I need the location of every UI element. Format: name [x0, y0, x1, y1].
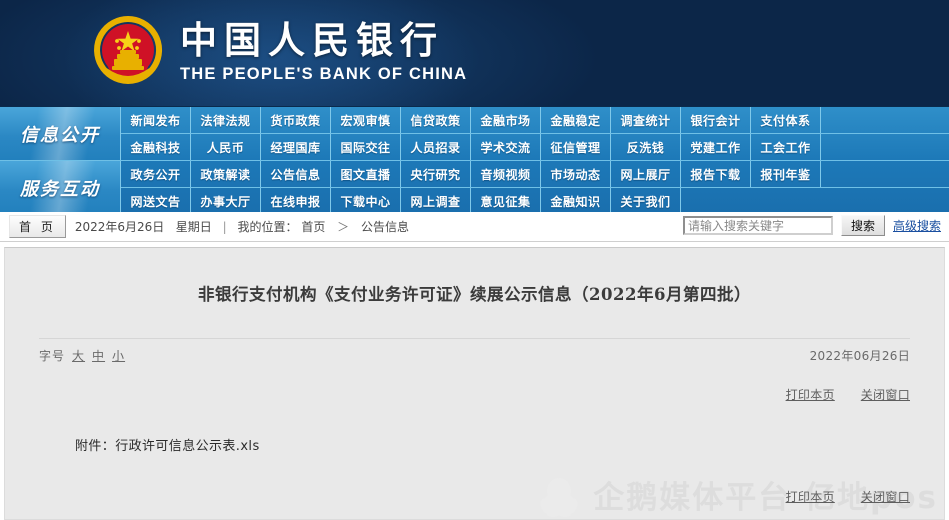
- nav-item-党建工作[interactable]: 党建工作: [681, 134, 751, 160]
- nav-item-网送文告[interactable]: 网送文告: [121, 188, 191, 214]
- font-size-small[interactable]: 小: [112, 347, 125, 364]
- nav-item-报刊年鉴[interactable]: 报刊年鉴: [751, 161, 821, 187]
- site-banner: 中国人民银行 THE PEOPLE'S BANK OF CHINA: [0, 0, 949, 106]
- nav-item-在线申报[interactable]: 在线申报: [261, 188, 331, 214]
- breadcrumb-bar: 首 页 2022年6月26日 星期日 | 我的位置： 首页 ＞ 公告信息 搜索 …: [0, 212, 949, 242]
- nav-cells-1: 政务公开 政策解读 公告信息 图文直播 央行研究 音频视频 市场动态 网上展厅 报告下载 报刊年鉴…: [121, 161, 949, 214]
- nav-item-征信管理[interactable]: 征信管理: [541, 134, 611, 160]
- nav-item-金融稳定[interactable]: 金融稳定: [541, 107, 611, 133]
- nav-item-关于我们[interactable]: 关于我们: [611, 188, 681, 214]
- close-window-link-bottom[interactable]: 关闭窗口: [861, 488, 910, 505]
- nav-item-金融知识[interactable]: 金融知识: [541, 188, 611, 214]
- bank-name-en: THE PEOPLE'S BANK OF CHINA: [180, 64, 468, 83]
- nav-item-新闻发布[interactable]: 新闻发布: [121, 107, 191, 133]
- nav-item-调查统计[interactable]: 调查统计: [611, 107, 681, 133]
- attachment-label: 附件：: [75, 438, 116, 454]
- search-area: 搜索 高级搜索: [682, 215, 941, 236]
- nav-item-人员招录[interactable]: 人员招录: [401, 134, 471, 160]
- print-page-link-bottom[interactable]: 打印本页: [786, 488, 835, 505]
- font-size-medium[interactable]: 中: [92, 347, 105, 364]
- banner-brand: 中国人民银行 THE PEOPLE'S BANK OF CHINA: [92, 14, 467, 90]
- nav-category-0[interactable]: 信息公开: [0, 107, 121, 160]
- page-title: 非银行支付机构《支付业务许可证》续展公示信息（2022年6月第四批）: [198, 285, 751, 304]
- attachment-row: 附件：行政许可信息公示表.xls: [75, 435, 944, 454]
- nav-row-0-0: 新闻发布 法律法规 货币政策 宏观审慎 信贷政策 金融市场 金融稳定 调查统计 银行会计 支付体系: [121, 107, 949, 133]
- article-tool-links: 打印本页 关闭窗口: [5, 386, 910, 403]
- nav-item-宏观审慎[interactable]: 宏观审慎: [331, 107, 401, 133]
- bank-name-cn: 中国人民银行: [180, 18, 444, 63]
- nav-cells-0: 新闻发布 法律法规 货币政策 宏观审慎 信贷政策 金融市场 金融稳定 调查统计 银行会计 支付体系…: [121, 107, 949, 160]
- font-size-controls: 字号 大 中 小: [39, 347, 125, 364]
- nav-item-empty: [681, 188, 750, 214]
- article-panel: 非银行支付机构《支付业务许可证》续展公示信息（2022年6月第四批） 字号 大 …: [4, 247, 945, 520]
- nav-item-公告信息[interactable]: 公告信息: [261, 161, 331, 187]
- nav-item-政务公开[interactable]: 政务公开: [121, 161, 191, 187]
- breadcrumb-link-current[interactable]: 公告信息: [361, 220, 409, 234]
- nav-item-金融科技[interactable]: 金融科技: [121, 134, 191, 160]
- nav-item-网上调查[interactable]: 网上调查: [401, 188, 471, 214]
- article-meta-row: 字号 大 中 小 2022年06月26日: [39, 337, 910, 364]
- nav-item-货币政策[interactable]: 货币政策: [261, 107, 331, 133]
- nav-item-意见征集[interactable]: 意见征集: [471, 188, 541, 214]
- nav-item-图文直播[interactable]: 图文直播: [331, 161, 401, 187]
- search-input[interactable]: [682, 216, 833, 235]
- print-page-link[interactable]: 打印本页: [786, 386, 835, 403]
- nav-row-1-0: 政务公开 政策解读 公告信息 图文直播 央行研究 音频视频 市场动态 网上展厅 报告下载 报刊年鉴: [121, 161, 949, 187]
- nav-item-信贷政策[interactable]: 信贷政策: [401, 107, 471, 133]
- attachment-file-link[interactable]: 行政许可信息公示表.xls: [115, 439, 259, 454]
- breadcrumb-divider: |: [222, 220, 227, 234]
- nav-row-0-1: 金融科技 人民币 经理国库 国际交往 人员招录 学术交流 征信管理 反洗钱 党建工作 工会工作: [121, 133, 949, 160]
- nav-item-学术交流[interactable]: 学术交流: [471, 134, 541, 160]
- bank-name-block: 中国人民银行 THE PEOPLE'S BANK OF CHINA: [180, 18, 468, 83]
- nav-item-下载中心[interactable]: 下载中心: [331, 188, 401, 214]
- advanced-search-link[interactable]: 高级搜索: [893, 217, 941, 234]
- nav-item-报告下载[interactable]: 报告下载: [681, 161, 751, 187]
- nav-item-网上展厅[interactable]: 网上展厅: [611, 161, 681, 187]
- qq-penguin-icon: [540, 477, 578, 517]
- nav-item-银行会计[interactable]: 银行会计: [681, 107, 751, 133]
- nav-category-1[interactable]: 服务互动: [0, 161, 121, 214]
- search-button[interactable]: 搜索: [840, 215, 885, 236]
- nav-row-1-1: 网送文告 办事大厅 在线申报 下载中心 网上调查 意见征集 金融知识 关于我们: [121, 187, 949, 214]
- nav-item-市场动态[interactable]: 市场动态: [541, 161, 611, 187]
- breadcrumb-weekday: 星期日: [175, 220, 212, 234]
- nav-item-empty: [750, 188, 819, 214]
- nav-item-支付体系[interactable]: 支付体系: [751, 107, 821, 133]
- nav-item-办事大厅[interactable]: 办事大厅: [191, 188, 261, 214]
- nav-group-1: 服务互动 政务公开 政策解读 公告信息 图文直播 央行研究 音频视频 市场动态 网上展厅 报告下载…: [0, 160, 949, 214]
- home-button[interactable]: 首 页: [9, 215, 66, 238]
- font-size-large[interactable]: 大: [72, 347, 85, 364]
- nav-item-央行研究[interactable]: 央行研究: [401, 161, 471, 187]
- nav-item-工会工作[interactable]: 工会工作: [751, 134, 821, 160]
- breadcrumb-location-label: 我的位置：: [237, 220, 298, 234]
- nav-item-国际交往[interactable]: 国际交往: [331, 134, 401, 160]
- article-tool-links-bottom: 打印本页 关闭窗口: [786, 488, 910, 505]
- nav-item-经理国库[interactable]: 经理国库: [261, 134, 331, 160]
- nav-item-法律法规[interactable]: 法律法规: [191, 107, 261, 133]
- breadcrumb-arrow-icon: ＞: [337, 220, 350, 234]
- close-window-link[interactable]: 关闭窗口: [861, 386, 910, 403]
- nav-item-人民币[interactable]: 人民币: [191, 134, 261, 160]
- nav-item-政策解读[interactable]: 政策解读: [191, 161, 261, 187]
- nav-item-金融市场[interactable]: 金融市场: [471, 107, 541, 133]
- nav-item-音频视频[interactable]: 音频视频: [471, 161, 541, 187]
- breadcrumb-date: 2022年6月26日: [74, 220, 165, 234]
- content-outer: 非银行支付机构《支付业务许可证》续展公示信息（2022年6月第四批） 字号 大 …: [0, 242, 949, 520]
- breadcrumb-link-home[interactable]: 首页: [301, 220, 325, 234]
- publish-date: 2022年06月26日: [809, 348, 910, 363]
- main-navigation: 信息公开 新闻发布 法律法规 货币政策 宏观审慎 信贷政策 金融市场 金融稳定 调查统计 银行会计…: [0, 106, 949, 214]
- font-size-label: 字号: [39, 348, 66, 363]
- china-national-emblem-icon: [94, 16, 162, 84]
- breadcrumb: 2022年6月26日 星期日 | 我的位置： 首页 ＞ 公告信息: [75, 218, 409, 235]
- nav-item-反洗钱[interactable]: 反洗钱: [611, 134, 681, 160]
- nav-group-0: 信息公开 新闻发布 法律法规 货币政策 宏观审慎 信贷政策 金融市场 金融稳定 调查统计 银行会计…: [0, 107, 949, 160]
